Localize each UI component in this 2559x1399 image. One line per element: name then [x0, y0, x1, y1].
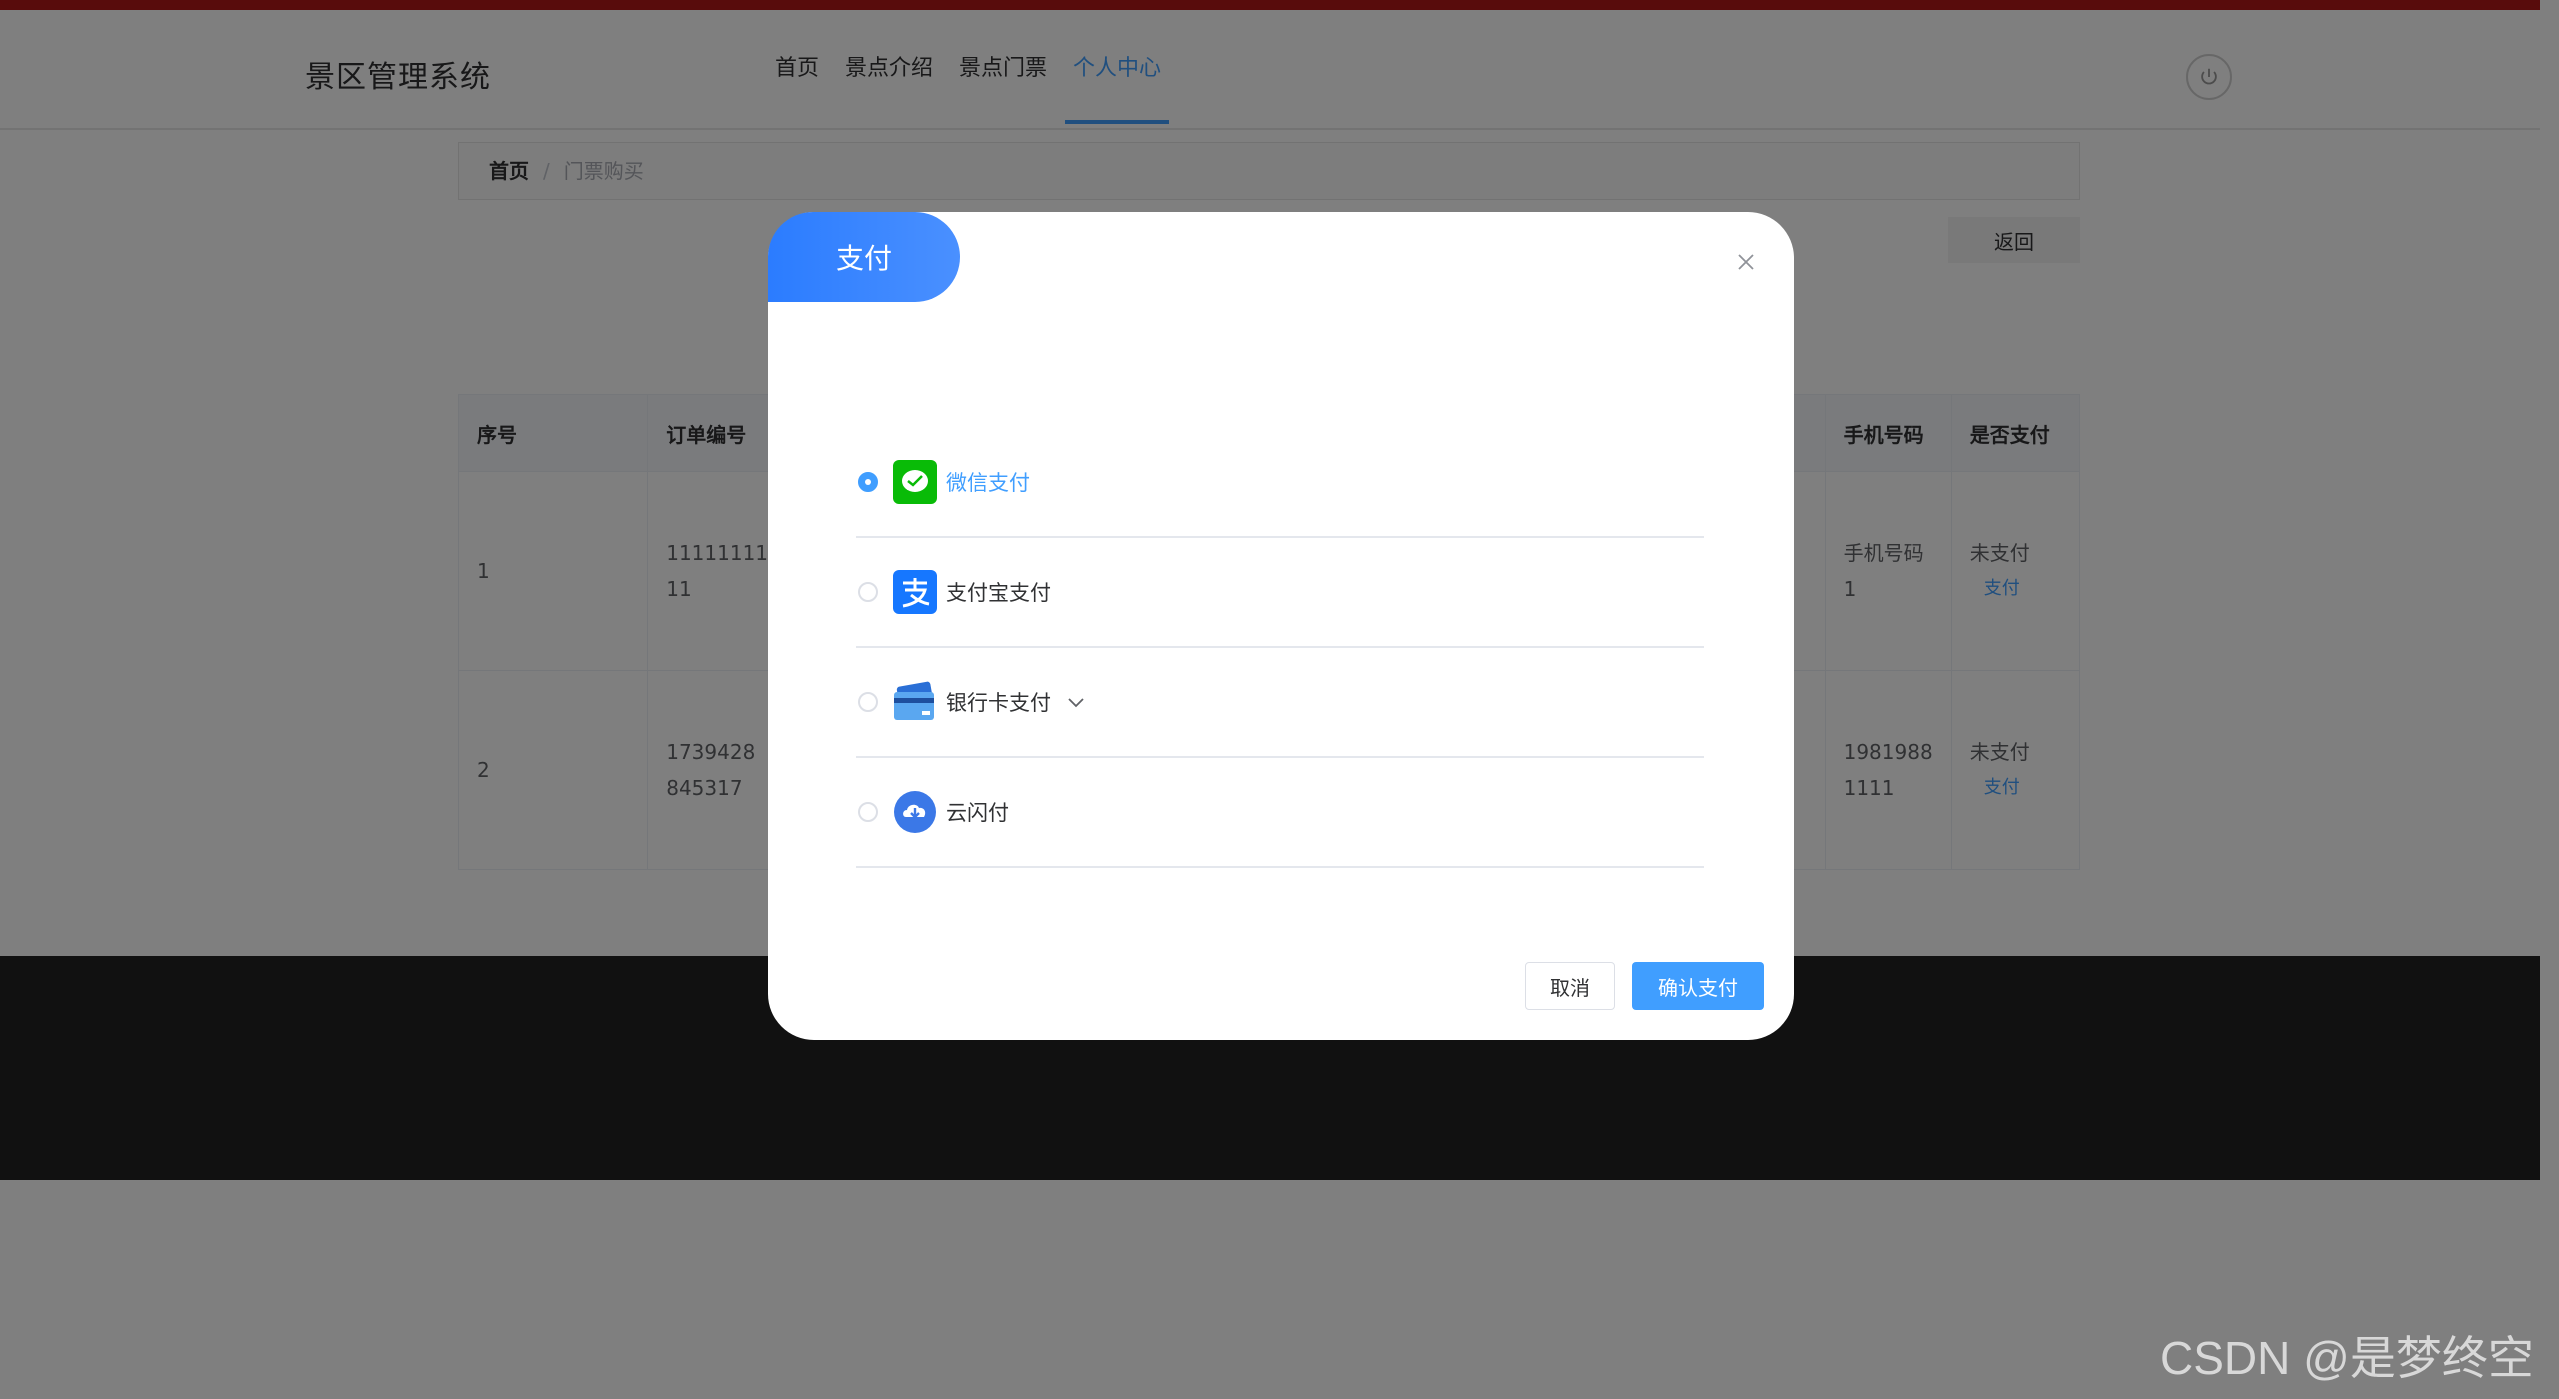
- method-label-unionpay-cloud: 云闪付: [946, 801, 1009, 825]
- method-label-alipay: 支付宝支付: [946, 581, 1051, 605]
- radio-unionpay-cloud[interactable]: [858, 802, 878, 822]
- confirm-pay-button[interactable]: 确认支付: [1632, 962, 1764, 1010]
- wechat-icon: [892, 459, 938, 505]
- alipay-icon: [892, 569, 938, 615]
- watermark: CSDN @是梦终空: [2160, 1332, 2534, 1384]
- method-bank-card[interactable]: 银行卡支付: [856, 648, 1704, 758]
- radio-alipay[interactable]: [858, 582, 878, 602]
- dialog-title: 支付: [768, 212, 960, 302]
- payment-dialog: 支付 微信支付 支付宝支付 银行卡支付 云闪付 取消 确认支付: [768, 212, 1794, 1040]
- close-icon[interactable]: [1736, 248, 1756, 278]
- method-wechat[interactable]: 微信支付: [856, 428, 1704, 538]
- payment-methods: 微信支付 支付宝支付 银行卡支付 云闪付: [856, 428, 1704, 868]
- radio-bank-card[interactable]: [858, 692, 878, 712]
- method-label-bank-card: 银行卡支付: [946, 691, 1051, 715]
- method-label-wechat: 微信支付: [946, 471, 1030, 495]
- bank-card-icon: [892, 679, 938, 725]
- page: 景区管理系统 首页 景点介绍 景点门票 个人中心 首页/门票购买 返回 序号 订…: [0, 0, 2559, 1399]
- chevron-down-icon[interactable]: [1067, 692, 1087, 712]
- method-unionpay-cloud[interactable]: 云闪付: [856, 758, 1704, 868]
- cancel-button[interactable]: 取消: [1525, 962, 1615, 1010]
- radio-wechat[interactable]: [858, 472, 878, 492]
- unionpay-cloud-icon: [892, 789, 938, 835]
- method-alipay[interactable]: 支付宝支付: [856, 538, 1704, 648]
